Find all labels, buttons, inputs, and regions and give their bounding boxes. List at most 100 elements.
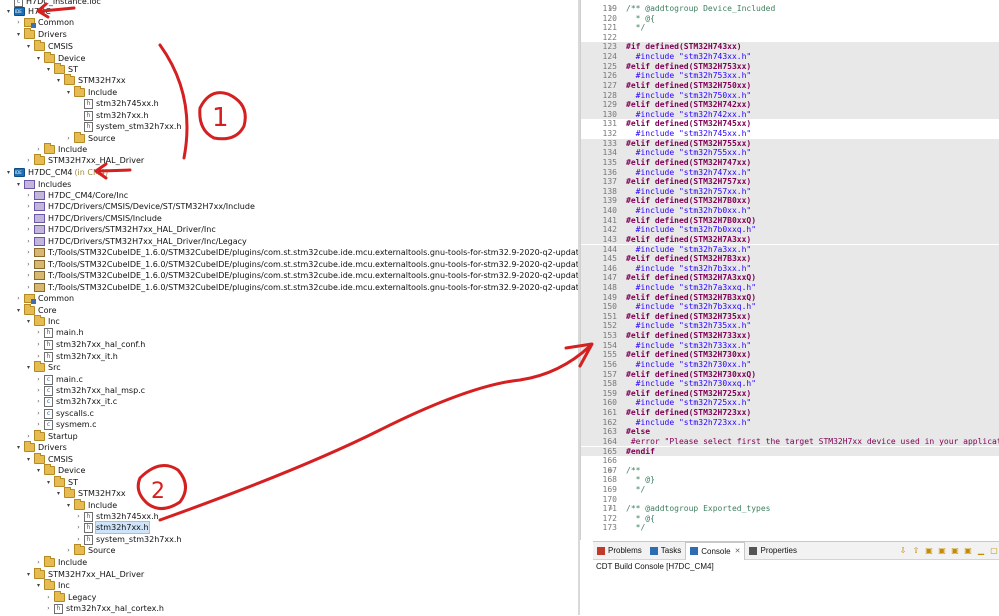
code-line[interactable]: 128 #include "stm32h750xx.h" [581,90,999,101]
tree-item[interactable]: › h stm32h7xx_hal_cortex.h [44,603,164,614]
chevron-down-icon[interactable]: ▾ [24,362,33,373]
chevron-right-icon[interactable]: › [34,385,43,396]
code-line[interactable]: 143 #elif defined(STM32H7A3xx) [581,234,999,245]
code-line[interactable]: 144 #include "stm32h7a3xx.h" [581,244,999,255]
code-line[interactable]: 156 #include "stm32h730xx.h" [581,359,999,370]
code-line[interactable]: 165 #endif [581,446,999,457]
code-line[interactable]: 171 /** @addtogroup Exported_types ⊖ [581,504,999,514]
chevron-right-icon[interactable]: › [24,282,33,293]
tab-problems[interactable]: Problems [593,542,646,559]
chevron-down-icon[interactable]: ▾ [64,87,73,98]
tree-item[interactable]: › h stm32h7xx.h [74,521,150,534]
chevron-right-icon[interactable]: › [44,592,53,603]
tree-item[interactable]: ▾ Inc [34,579,70,591]
tree-item[interactable]: ▾ Drivers [14,28,67,40]
code-line[interactable]: 159 #elif defined(STM32H725xx) [581,388,999,399]
code-line[interactable]: 166 [581,456,999,466]
code-line[interactable]: 123 #if defined(STM32H743xx) [581,42,999,53]
chevron-right-icon[interactable]: › [74,511,83,522]
chevron-down-icon[interactable]: ▾ [24,41,33,52]
tree-item[interactable]: › H7DC/Drivers/STM32H7xx_HAL_Driver/Inc/L… [24,236,247,247]
code-line[interactable]: 141 #elif defined(STM32H7B0xxQ) [581,215,999,226]
code-line[interactable]: 124 #include "stm32h743xx.h" [581,52,999,62]
code-line[interactable]: 145 #elif defined(STM32H7B3xx) [581,254,999,264]
code-line[interactable]: 170 [581,495,999,505]
code-line[interactable]: 146 #include "stm32h7b3xx.h" [581,263,999,274]
chevron-down-icon[interactable]: ▾ [4,167,13,178]
chevron-right-icon[interactable]: › [34,374,43,385]
code-line[interactable]: 135 #elif defined(STM32H747xx) [581,157,999,168]
code-editor[interactable]: 119/** @addtogroup Device_Included ⊖ 120 *… [580,0,999,540]
tree-item[interactable]: ▾ H7DC [4,6,51,17]
tree-item[interactable]: › H7DC/Drivers/CMSIS/Include [24,213,162,224]
code-line[interactable]: 147 #elif defined(STM32H7A3xxQ) [581,273,999,283]
code-line[interactable]: 157 #elif defined(STM32H730xxQ) [581,369,999,380]
fold-toggle-icon[interactable]: ⊖ [609,466,613,476]
code-line[interactable]: 127 #elif defined(STM32H750xx) [581,80,999,91]
open-console-icon[interactable]: ▣ [963,546,973,556]
tree-item[interactable]: › c main.c [34,374,83,385]
code-line[interactable]: 138 #include "stm32h757xx.h" [581,186,999,197]
close-icon[interactable]: ✕ [735,547,741,555]
code-line[interactable]: 139 #elif defined(STM32H7B0xx) [581,196,999,206]
minimize-icon[interactable]: ▁ [976,546,986,556]
code-line[interactable]: 134 #include "stm32h755xx.h" [581,148,999,158]
tree-item[interactable]: h stm32h745xx.h [74,98,159,109]
code-line[interactable]: 137 #elif defined(STM32H757xx) [581,177,999,187]
chevron-right-icon[interactable]: › [24,213,33,224]
chevron-down-icon[interactable]: ▾ [64,500,73,511]
chevron-right-icon[interactable]: › [24,224,33,235]
code-line[interactable]: 167 /** ⊖ [581,466,999,476]
code-line[interactable]: 169 */ [581,485,999,495]
chevron-right-icon[interactable]: › [24,155,33,166]
tab-properties[interactable]: Properties [745,542,800,559]
tree-item[interactable]: › h main.h [34,327,84,338]
chevron-down-icon[interactable]: ▾ [24,316,33,327]
tree-item[interactable]: › Source [64,544,115,556]
code-line[interactable]: 132 #include "stm32h745xx.h" [581,129,999,139]
code-line[interactable]: 151 #elif defined(STM32H735xx) [581,311,999,322]
code-line[interactable]: 168 * @} [581,475,999,485]
fold-toggle-icon[interactable]: ⊖ [609,504,613,514]
tree-item[interactable]: › c syscalls.c [34,408,94,419]
chevron-down-icon[interactable]: ▾ [44,477,53,488]
chevron-down-icon[interactable]: ▾ [54,75,63,86]
tab-tasks[interactable]: Tasks [646,542,685,559]
chevron-right-icon[interactable]: › [24,201,33,212]
code-line[interactable]: 142 #include "stm32h7b0xxq.h" [581,225,999,235]
chevron-down-icon[interactable]: ▾ [34,465,43,476]
tree-item[interactable]: › Include [34,556,87,568]
chevron-right-icon[interactable]: › [24,247,33,258]
code-line[interactable]: 163 #else [581,427,999,437]
tree-item[interactable]: ▾ Inc [24,315,60,327]
code-line[interactable]: 125 #elif defined(STM32H753xx) [581,61,999,72]
chevron-down-icon[interactable]: ▾ [14,179,23,190]
code-line[interactable]: 126 #include "stm32h753xx.h" [581,71,999,81]
tree-item[interactable]: › Source [64,132,115,144]
code-line[interactable]: 173 */ [581,523,999,533]
chevron-right-icon[interactable]: › [34,408,43,419]
chevron-down-icon[interactable]: ▾ [14,29,23,40]
chevron-right-icon[interactable]: › [64,133,73,144]
tree-item[interactable]: › T:/Tools/STM32CubeIDE_1.6.0/STM32CubeID… [24,259,578,270]
code-line[interactable]: 164 #error "Please select first the targ… [581,436,999,447]
chevron-right-icon[interactable]: › [14,293,23,304]
tree-item[interactable]: › T:/Tools/STM32CubeIDE_1.6.0/STM32CubeID… [24,282,578,293]
tree-item[interactable]: › H7DC_CM4/Core/Inc [24,190,128,201]
tree-item[interactable]: ▾ STM32H7xx [54,487,126,499]
code-line[interactable]: 121 */ [581,23,999,33]
maximize-icon[interactable]: ▢ [989,546,999,556]
tree-item[interactable]: › T:/Tools/STM32CubeIDE_1.6.0/STM32CubeID… [24,247,578,258]
code-line[interactable]: 153 #elif defined(STM32H733xx) [581,331,999,341]
tree-item[interactable]: › c stm32h7xx_hal_msp.c [34,385,145,396]
chevron-right-icon[interactable]: › [24,259,33,270]
code-line[interactable]: 161 #elif defined(STM32H723xx) [581,408,999,418]
arrow-down-icon[interactable]: ⇩ [898,546,908,556]
chevron-down-icon[interactable]: ▾ [54,488,63,499]
tree-item[interactable]: ▾ H7DC_CM4(in CM4) [4,167,108,178]
tree-item[interactable]: ▾ ST [44,63,78,75]
tab-console[interactable]: Console ✕ [685,541,746,560]
code-line[interactable]: 160 #include "stm32h725xx.h" [581,398,999,408]
code-line[interactable]: 149 #elif defined(STM32H7B3xxQ) [581,292,999,303]
tree-item[interactable]: ▾ Include [64,499,117,511]
